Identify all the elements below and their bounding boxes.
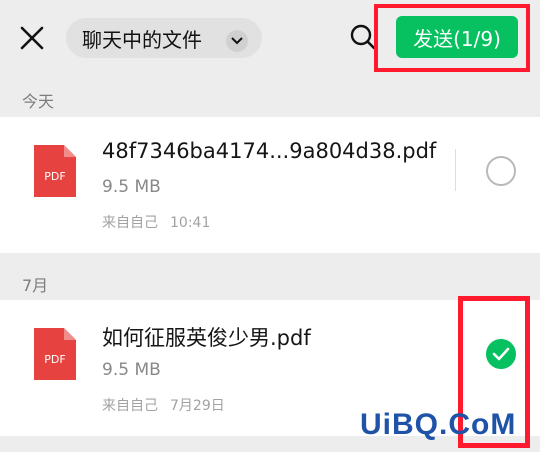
file-source: 来自自己: [102, 215, 158, 231]
chevron-down-icon: [226, 30, 248, 52]
file-name: 如何征服英俊少男.pdf: [102, 326, 311, 350]
file-size: 9.5 MB: [102, 177, 161, 197]
file-time: 10:41: [170, 215, 211, 231]
section-label-july: 7月: [22, 276, 49, 295]
pdf-file-icon: PDF: [34, 328, 76, 380]
file-meta: 来自自己 10:41: [102, 212, 210, 232]
select-radio[interactable]: [486, 156, 516, 186]
pdf-icon-text: PDF: [44, 353, 65, 366]
file-filter-dropdown[interactable]: 聊天中的文件: [66, 18, 262, 58]
close-icon[interactable]: [18, 24, 46, 52]
file-list-item[interactable]: PDF 48f7346ba4174...9a804d38.pdf 9.5 MB …: [0, 117, 540, 253]
file-time: 7月29日: [170, 398, 225, 414]
pdf-icon-text: PDF: [44, 170, 65, 183]
row-divider: [455, 149, 456, 191]
file-size: 9.5 MB: [102, 360, 161, 380]
file-meta: 来自自己 7月29日: [102, 395, 225, 415]
section-label-today: 今天: [22, 92, 55, 111]
file-source: 来自自己: [102, 398, 158, 414]
pdf-file-icon: PDF: [34, 145, 76, 197]
filter-label: 聊天中的文件: [82, 27, 202, 52]
watermark: UiBQ.CoM: [360, 408, 517, 441]
file-name: 48f7346ba4174...9a804d38.pdf: [102, 139, 437, 163]
annotation-highlight-send: [374, 4, 530, 72]
